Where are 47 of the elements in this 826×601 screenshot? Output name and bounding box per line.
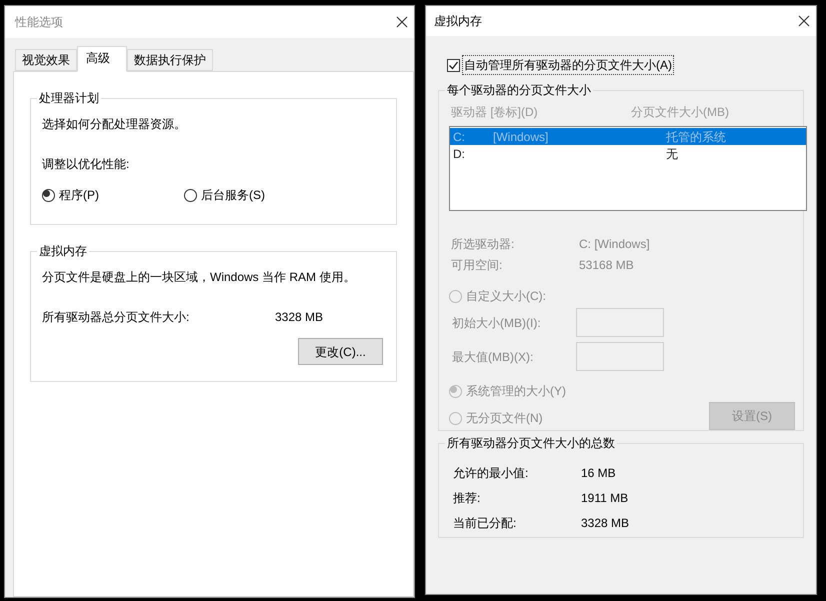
field-value: C: [Windows] bbox=[579, 236, 650, 253]
group-title: 每个驱动器的分页文件大小 bbox=[445, 82, 593, 98]
column-header: 驱动器 [卷标](D) bbox=[451, 104, 539, 121]
window-title: 虚拟内存 bbox=[434, 13, 482, 30]
column-header: 分页文件大小(MB) bbox=[631, 104, 729, 121]
radio-label: 系统管理的大小(Y) bbox=[466, 383, 566, 400]
tab[interactable]: 高级 bbox=[77, 46, 127, 72]
close-icon[interactable] bbox=[798, 15, 810, 27]
field-value: 3328 MB bbox=[581, 515, 630, 532]
list-row[interactable]: D: 无 bbox=[450, 145, 806, 162]
radio-label: 程序(P) bbox=[59, 187, 99, 204]
prompt-label: 调整以优化性能: bbox=[42, 156, 130, 173]
field-label: 最大值(MB)(X): bbox=[451, 348, 534, 366]
field-value: 1911 MB bbox=[581, 490, 628, 507]
window-title: 性能选项 bbox=[15, 14, 63, 31]
radio-button[interactable] bbox=[184, 188, 197, 202]
radio-button[interactable] bbox=[449, 384, 462, 398]
close-icon[interactable] bbox=[396, 16, 408, 28]
field-label: 可用空间: bbox=[451, 257, 504, 274]
input-field[interactable] bbox=[576, 308, 664, 337]
tab[interactable]: 视觉效果 bbox=[15, 49, 77, 71]
radio-button[interactable] bbox=[42, 188, 55, 202]
field-label: 所选驱动器: bbox=[451, 236, 516, 253]
radio-label: 自定义大小(C): bbox=[466, 288, 546, 305]
field-label: 推荐: bbox=[453, 490, 482, 507]
description-text: 选择如何分配处理器资源。 bbox=[42, 116, 187, 133]
group-title: 所有驱动器分页文件大小的总数 bbox=[445, 435, 617, 451]
field-label: 初始大小(MB)(I): bbox=[451, 314, 542, 332]
field-value: 53168 MB bbox=[579, 257, 634, 274]
field-label: 允许的最小值: bbox=[453, 465, 530, 482]
radio-button[interactable] bbox=[449, 290, 462, 302]
radio-label: 后台服务(S) bbox=[201, 187, 265, 204]
field-value: 16 MB bbox=[581, 465, 616, 482]
input-field[interactable] bbox=[576, 342, 664, 371]
field-value: 3328 MB bbox=[275, 309, 324, 326]
tab[interactable]: 数据执行保护 bbox=[127, 49, 213, 71]
drive-list[interactable]: C: [Windows] 托管的系统 D: 无 bbox=[449, 126, 807, 211]
group-title: 虚拟内存 bbox=[37, 243, 89, 259]
checkbox[interactable] bbox=[447, 58, 460, 72]
description-text: 分页文件是硬盘上的一块区域，Windows 当作 RAM 使用。 bbox=[42, 269, 356, 286]
group-title: 处理器计划 bbox=[37, 90, 101, 106]
radio-button[interactable] bbox=[449, 412, 462, 424]
checkbox-label[interactable]: 自动管理所有驱动器的分页文件大小(A) bbox=[462, 55, 674, 75]
radio-label: 无分页文件(N) bbox=[466, 410, 543, 427]
field-label: 当前已分配: bbox=[453, 515, 518, 532]
field-label: 所有驱动器总分页文件大小: bbox=[42, 309, 190, 326]
change-button[interactable]: 更改(C)... bbox=[298, 338, 383, 365]
